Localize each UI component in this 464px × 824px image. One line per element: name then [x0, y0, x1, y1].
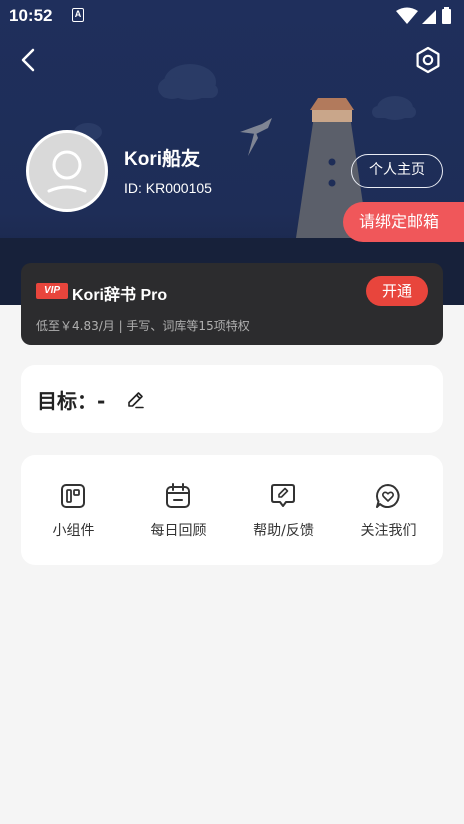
menu-label: 帮助/反馈	[253, 523, 314, 539]
bind-email-button[interactable]: 请绑定邮箱	[343, 202, 464, 242]
menu-item-widget[interactable]: 小组件	[21, 455, 126, 565]
vip-card[interactable]: VIP Kori辞书 Pro 低至￥4.83/月 | 手写、词库等15项特权 开…	[21, 263, 443, 345]
widget-icon	[61, 484, 85, 508]
profile-home-button[interactable]: 个人主页	[351, 154, 443, 188]
notification-icon: A	[72, 8, 84, 22]
menu-item-feedback[interactable]: 帮助/反馈	[231, 455, 336, 565]
feedback-icon	[271, 484, 295, 507]
battery-icon	[442, 9, 451, 24]
wifi-icon	[396, 7, 418, 24]
user-id: ID: KR000105	[124, 180, 212, 196]
status-icons	[396, 7, 451, 24]
menu-item-daily-review[interactable]: 每日回顾	[126, 455, 231, 565]
vip-badge: VIP	[36, 283, 68, 299]
signal-icon	[422, 10, 436, 24]
vip-open-button[interactable]: 开通	[366, 276, 428, 306]
menu-card: 小组件 每日回顾 帮助/反馈 关注我们	[21, 455, 443, 565]
vip-subtitle: 低至￥4.83/月 | 手写、词库等15项特权	[36, 319, 250, 333]
avatar[interactable]	[26, 130, 108, 212]
heart-chat-icon	[376, 484, 400, 508]
username: Kori船友	[124, 149, 201, 170]
back-button[interactable]	[16, 46, 44, 74]
gear-icon	[416, 46, 440, 74]
chevron-left-icon	[21, 48, 35, 72]
user-silhouette-icon	[47, 150, 87, 193]
status-time: 10:52	[9, 6, 53, 25]
goal-card: 目标：-	[21, 365, 443, 433]
menu-item-follow-us[interactable]: 关注我们	[336, 455, 441, 565]
calendar-icon	[166, 483, 190, 508]
menu-label: 小组件	[52, 523, 95, 539]
menu-label: 关注我们	[360, 523, 417, 539]
vip-title: Kori辞书 Pro	[72, 287, 168, 304]
menu-label: 每日回顾	[150, 523, 207, 539]
goal-label: 目标：-	[37, 389, 106, 413]
edit-icon[interactable]	[125, 389, 147, 411]
settings-button[interactable]	[412, 44, 444, 76]
status-bar: 10:52 A	[0, 0, 464, 32]
